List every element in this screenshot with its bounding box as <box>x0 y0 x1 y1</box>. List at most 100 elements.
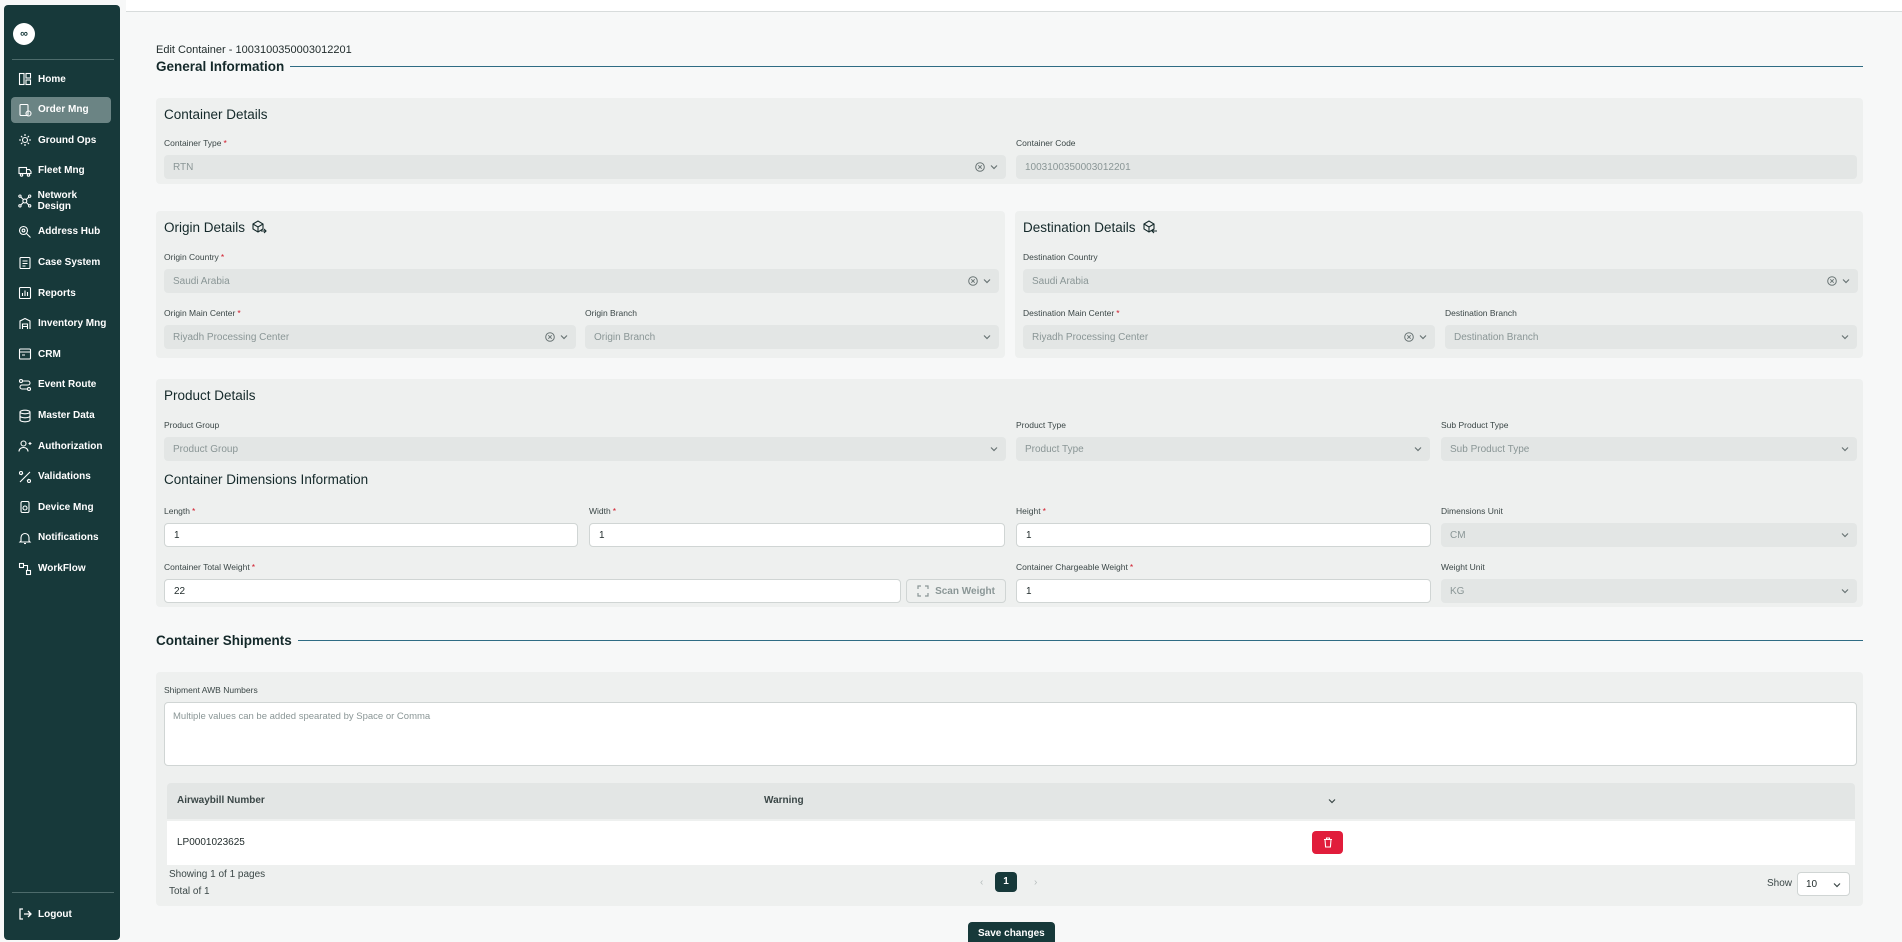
save-changes-button[interactable]: Save changes <box>968 922 1055 942</box>
sidebar-item-label: WorkFlow <box>38 563 86 574</box>
chevron-down-icon[interactable] <box>1841 587 1849 595</box>
destination-branch-placeholder: Destination Branch <box>1454 331 1539 343</box>
width-input[interactable]: 1 <box>589 523 1005 547</box>
product-type-select[interactable]: Product Type <box>1016 437 1430 461</box>
clear-icon[interactable] <box>975 162 985 172</box>
sidebar-item-ground-ops[interactable]: Ground Ops <box>11 127 111 153</box>
sidebar-item-event-route[interactable]: Event Route <box>11 372 111 398</box>
shipments-card: Shipment AWB Numbers Multiple values can… <box>156 672 1863 906</box>
prev-page-button[interactable]: ‹ <box>980 877 983 888</box>
shipments-table-header: Airwaybill Number Warning <box>167 783 1855 819</box>
sidebar-item-crm[interactable]: CRM <box>11 341 111 367</box>
product-group-select[interactable]: Product Group <box>164 437 1006 461</box>
clear-icon[interactable] <box>1827 276 1837 286</box>
sub-product-type-placeholder: Sub Product Type <box>1450 443 1530 455</box>
delete-button[interactable] <box>1312 831 1343 854</box>
destination-country-select[interactable]: Saudi Arabia <box>1023 269 1858 293</box>
page-size-select[interactable]: 10 <box>1797 872 1850 896</box>
clear-icon[interactable] <box>545 332 555 342</box>
sidebar-item-label: Home <box>38 73 66 85</box>
product-group-label: Product Group <box>164 420 220 430</box>
sub-product-type-select[interactable]: Sub Product Type <box>1441 437 1857 461</box>
origin-main-center-select[interactable]: Riyadh Processing Center <box>164 325 576 349</box>
sidebar-item-notifications[interactable]: Notifications <box>11 525 111 551</box>
app-logo[interactable]: ∞ <box>13 23 35 45</box>
length-input[interactable]: 1 <box>164 523 578 547</box>
page-title: Edit Container - 1003100350003012201 <box>156 44 352 56</box>
section-rule <box>290 66 1863 67</box>
container-code-field[interactable]: 1003100350003012201 <box>1016 155 1857 179</box>
product-type-label: Product Type <box>1016 420 1066 430</box>
chevron-down-icon[interactable] <box>1841 445 1849 453</box>
destination-branch-select[interactable]: Destination Branch <box>1445 325 1857 349</box>
sidebar-item-network-design[interactable]: Network Design <box>11 188 111 214</box>
chevron-down-icon[interactable] <box>990 445 998 453</box>
chevron-down-icon[interactable] <box>1842 277 1850 285</box>
sidebar-item-device-mng[interactable]: Device Mng <box>11 494 111 520</box>
shipment-awb-textarea[interactable]: Multiple values can be added spearated b… <box>164 702 1857 766</box>
sidebar-item-fleet-mng[interactable]: Fleet Mng <box>11 158 111 184</box>
sidebar-item-workflow[interactable]: WorkFlow <box>11 556 111 582</box>
sidebar-item-label: Address Hub <box>38 226 101 238</box>
general-information-heading: General Information <box>156 59 1863 74</box>
next-page-button[interactable]: › <box>1034 877 1037 888</box>
sidebar-item-label: Fleet Mng <box>38 165 85 177</box>
column-header-warning[interactable]: Warning <box>764 783 804 819</box>
validations-icon <box>18 470 32 483</box>
sidebar-item-validations[interactable]: Validations <box>11 464 111 490</box>
sidebar-item-home[interactable]: Home <box>11 66 111 92</box>
clear-icon[interactable] <box>968 276 978 286</box>
sidebar-item-label: Master Data <box>38 410 95 422</box>
sub-product-type-label: Sub Product Type <box>1441 420 1509 430</box>
sidebar-item-label: Reports <box>38 287 76 299</box>
case-icon <box>19 256 31 269</box>
chevron-down-icon[interactable] <box>560 333 568 341</box>
sidebar-item-inventory-mng[interactable]: Inventory Mng <box>11 311 111 337</box>
origin-branch-select[interactable]: Origin Branch <box>585 325 999 349</box>
table-row: LP0001023625 <box>167 821 1855 865</box>
container-chargeable-weight-input[interactable]: 1 <box>1016 579 1431 603</box>
package-in-icon <box>1143 220 1157 234</box>
origin-country-select[interactable]: Saudi Arabia <box>164 269 999 293</box>
order-icon <box>19 103 32 117</box>
chevron-down-icon[interactable] <box>1841 333 1849 341</box>
logout-button[interactable]: Logout <box>18 907 72 921</box>
dimensions-unit-value: CM <box>1450 529 1466 541</box>
user-icon <box>18 440 32 452</box>
origin-country-label: Origin Country * <box>164 252 225 262</box>
product-details-title: Product Details <box>164 388 256 403</box>
chevron-down-icon[interactable] <box>1841 531 1849 539</box>
container-type-select[interactable]: RTN <box>164 155 1006 179</box>
sidebar-item-reports[interactable]: Reports <box>11 280 111 306</box>
chevron-down-icon[interactable] <box>983 277 991 285</box>
network-icon <box>18 194 32 208</box>
sidebar-item-order-mng[interactable]: Order Mng <box>11 96 111 123</box>
page-1-button[interactable]: 1 <box>995 872 1017 892</box>
destination-details-card: Destination Details Destination Country … <box>1015 211 1863 358</box>
origin-details-heading: Origin Details <box>164 219 267 235</box>
weight-unit-select[interactable]: KG <box>1441 579 1857 603</box>
chevron-down-icon[interactable] <box>990 163 998 171</box>
container-shipments-title: Container Shipments <box>156 633 292 648</box>
clear-icon[interactable] <box>1404 332 1414 342</box>
scan-weight-button[interactable]: Scan Weight <box>906 579 1006 603</box>
height-input[interactable]: 1 <box>1016 523 1431 547</box>
dimensions-unit-select[interactable]: CM <box>1441 523 1857 547</box>
chevron-down-icon[interactable] <box>1414 445 1422 453</box>
sidebar: ∞ Home Order Mng Ground Ops Fleet Mng Networ… <box>4 5 120 940</box>
chevron-down-icon[interactable] <box>1419 333 1427 341</box>
chevron-down-icon[interactable] <box>1328 797 1336 805</box>
sidebar-item-authorization[interactable]: Authorization <box>11 433 111 459</box>
column-header-airwaybill[interactable]: Airwaybill Number <box>177 783 265 819</box>
origin-main-center-value: Riyadh Processing Center <box>173 331 290 343</box>
container-total-weight-input[interactable]: 22 <box>164 579 901 603</box>
sidebar-item-address-hub[interactable]: Address Hub <box>11 219 111 245</box>
destination-details-heading: Destination Details <box>1023 219 1158 235</box>
airwaybill-number[interactable]: LP0001023625 <box>177 821 245 865</box>
sidebar-item-case-system[interactable]: Case System <box>11 250 111 276</box>
chevron-down-icon[interactable] <box>983 333 991 341</box>
ground-ops-icon <box>19 134 31 147</box>
sidebar-item-master-data[interactable]: Master Data <box>11 403 111 429</box>
destination-main-center-select[interactable]: Riyadh Processing Center <box>1023 325 1435 349</box>
origin-branch-label: Origin Branch <box>585 308 637 318</box>
